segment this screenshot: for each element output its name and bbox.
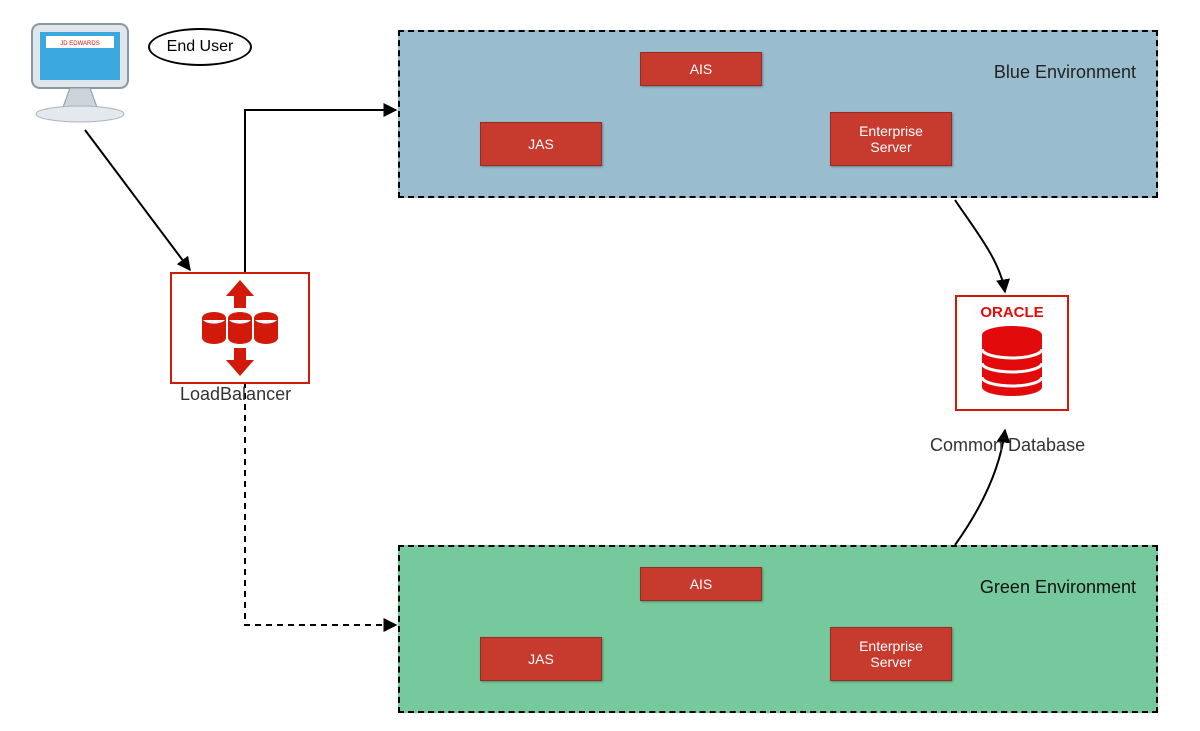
oracle-brand-text: ORACLE	[980, 304, 1043, 321]
loadbalancer-icon	[170, 272, 310, 384]
green-jas-box: JAS	[480, 637, 602, 681]
blue-es-box: Enterprise Server	[830, 112, 952, 166]
green-es-label: Enterprise Server	[859, 638, 923, 670]
arrow-enduser-to-lb	[85, 130, 190, 270]
green-jas-label: JAS	[528, 651, 554, 667]
diagram-stage: JD EDWARDS End User	[0, 0, 1200, 731]
arrow-blue-to-db	[955, 200, 1005, 292]
green-ais-label: AIS	[690, 576, 713, 592]
green-es-box: Enterprise Server	[830, 627, 952, 681]
blue-environment: Blue Environment JAS AIS Enterprise Serv…	[398, 30, 1158, 198]
blue-es-label: Enterprise Server	[859, 123, 923, 155]
enduser-label-bubble: End User	[148, 28, 252, 66]
arrow-lb-to-blue	[245, 110, 396, 272]
green-env-title: Green Environment	[980, 577, 1136, 598]
oracle-db-icon: ORACLE	[955, 295, 1069, 411]
svg-text:JD EDWARDS: JD EDWARDS	[60, 41, 99, 47]
blue-ais-label: AIS	[690, 61, 713, 77]
blue-ais-box: AIS	[640, 52, 762, 86]
arrow-lb-to-green	[245, 382, 396, 625]
enduser-computer-icon: JD EDWARDS	[20, 18, 140, 128]
enduser-label: End User	[167, 38, 234, 56]
green-environment: Green Environment JAS AIS Enterprise Ser…	[398, 545, 1158, 713]
blue-jas-box: JAS	[480, 122, 602, 166]
blue-jas-label: JAS	[528, 136, 554, 152]
blue-env-title: Blue Environment	[994, 62, 1136, 83]
common-database-label: Common Database	[930, 435, 1085, 456]
loadbalancer-label: LoadBalancer	[180, 384, 291, 405]
green-ais-box: AIS	[640, 567, 762, 601]
